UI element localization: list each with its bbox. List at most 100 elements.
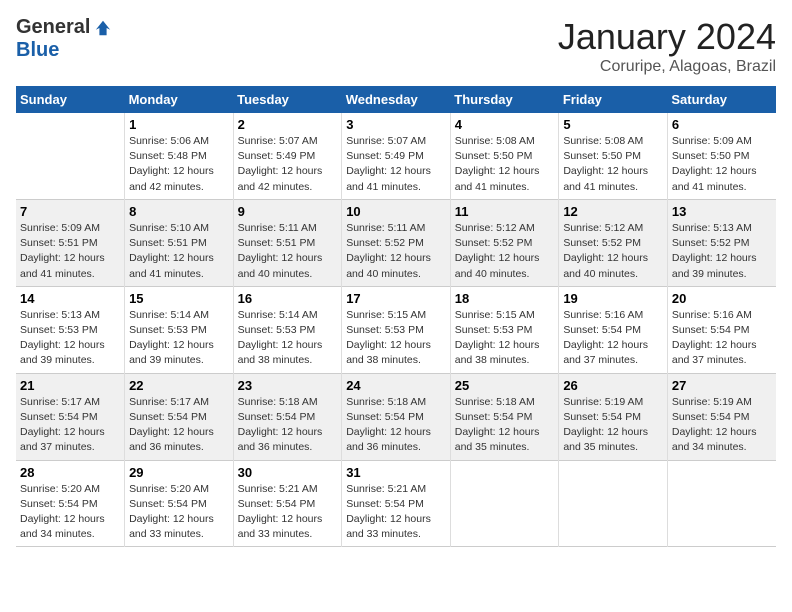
- cell-content: Sunrise: 5:20 AMSunset: 5:54 PMDaylight:…: [129, 482, 229, 543]
- day-number: 24: [346, 378, 446, 393]
- day-number: 23: [238, 378, 338, 393]
- header-wednesday: Wednesday: [342, 86, 451, 113]
- calendar-cell: 29 Sunrise: 5:20 AMSunset: 5:54 PMDayligh…: [125, 460, 234, 547]
- calendar-cell: 22 Sunrise: 5:17 AMSunset: 5:54 PMDayligh…: [125, 373, 234, 460]
- cell-content: Sunrise: 5:08 AMSunset: 5:50 PMDaylight:…: [455, 134, 555, 195]
- calendar-cell: 19 Sunrise: 5:16 AMSunset: 5:54 PMDayligh…: [559, 286, 668, 373]
- calendar-cell: 7Sunrise: 5:09 AMSunset: 5:51 PMDaylight…: [16, 199, 125, 286]
- calendar-cell: 30 Sunrise: 5:21 AMSunset: 5:54 PMDayligh…: [233, 460, 342, 547]
- header-row: Sunday Monday Tuesday Wednesday Thursday…: [16, 86, 776, 113]
- day-number: 15: [129, 291, 229, 306]
- day-number: 11: [455, 204, 555, 219]
- calendar-cell: 15Sunrise: 5:14 AMSunset: 5:53 PMDayligh…: [125, 286, 234, 373]
- header-thursday: Thursday: [450, 86, 559, 113]
- day-number: 4: [455, 117, 555, 132]
- table-row: 21 Sunrise: 5:17 AMSunset: 5:54 PMDayligh…: [16, 373, 776, 460]
- calendar-cell: 12 Sunrise: 5:12 AMSunset: 5:52 PMDayligh…: [559, 199, 668, 286]
- day-number: 1: [129, 117, 229, 132]
- calendar-cell: 13Sunrise: 5:13 AMSunset: 5:52 PMDayligh…: [667, 199, 776, 286]
- calendar-cell: 20 Sunrise: 5:16 AMSunset: 5:54 PMDayligh…: [667, 286, 776, 373]
- cell-content: Sunrise: 5:21 AMSunset: 5:54 PMDaylight:…: [238, 482, 338, 543]
- day-number: 5: [563, 117, 663, 132]
- calendar-cell: 25Sunrise: 5:18 AMSunset: 5:54 PMDayligh…: [450, 373, 559, 460]
- cell-content: Sunrise: 5:12 AMSunset: 5:52 PMDaylight:…: [455, 221, 555, 282]
- cell-content: Sunrise: 5:13 AMSunset: 5:53 PMDaylight:…: [20, 308, 120, 369]
- day-number: 8: [129, 204, 229, 219]
- calendar-cell: 26Sunrise: 5:19 AMSunset: 5:54 PMDayligh…: [559, 373, 668, 460]
- cell-content: Sunrise: 5:14 AMSunset: 5:53 PMDaylight:…: [238, 308, 338, 369]
- calendar-cell: 3 Sunrise: 5:07 AMSunset: 5:49 PMDaylight…: [342, 113, 451, 199]
- calendar-cell: 11 Sunrise: 5:12 AMSunset: 5:52 PMDayligh…: [450, 199, 559, 286]
- cell-content: Sunrise: 5:06 AMSunset: 5:48 PMDaylight:…: [129, 134, 229, 195]
- calendar-cell: 14 Sunrise: 5:13 AMSunset: 5:53 PMDayligh…: [16, 286, 125, 373]
- calendar-cell: 31Sunrise: 5:21 AMSunset: 5:54 PMDayligh…: [342, 460, 451, 547]
- cell-content: Sunrise: 5:10 AMSunset: 5:51 PMDaylight:…: [129, 221, 229, 282]
- calendar-cell: [559, 460, 668, 547]
- cell-content: Sunrise: 5:19 AMSunset: 5:54 PMDaylight:…: [563, 395, 663, 456]
- cell-content: Sunrise: 5:18 AMSunset: 5:54 PMDaylight:…: [238, 395, 338, 456]
- title-section: January 2024 Coruripe, Alagoas, Brazil: [558, 16, 776, 76]
- logo-icon: [94, 19, 112, 37]
- location: Coruripe, Alagoas, Brazil: [558, 58, 776, 76]
- calendar-cell: 24 Sunrise: 5:18 AMSunset: 5:54 PMDayligh…: [342, 373, 451, 460]
- day-number: 3: [346, 117, 446, 132]
- calendar-cell: 23 Sunrise: 5:18 AMSunset: 5:54 PMDayligh…: [233, 373, 342, 460]
- cell-content: Sunrise: 5:11 AMSunset: 5:52 PMDaylight:…: [346, 221, 446, 282]
- header-tuesday: Tuesday: [233, 86, 342, 113]
- day-number: 10: [346, 204, 446, 219]
- cell-content: Sunrise: 5:07 AMSunset: 5:49 PMDaylight:…: [346, 134, 446, 195]
- day-number: 21: [20, 378, 120, 393]
- cell-content: Sunrise: 5:09 AMSunset: 5:51 PMDaylight:…: [20, 221, 120, 282]
- day-number: 17: [346, 291, 446, 306]
- calendar-table: Sunday Monday Tuesday Wednesday Thursday…: [16, 86, 776, 547]
- calendar-cell: 28Sunrise: 5:20 AMSunset: 5:54 PMDayligh…: [16, 460, 125, 547]
- table-row: 1 Sunrise: 5:06 AMSunset: 5:48 PMDaylight…: [16, 113, 776, 199]
- cell-content: Sunrise: 5:15 AMSunset: 5:53 PMDaylight:…: [346, 308, 446, 369]
- logo: General Blue: [16, 16, 112, 62]
- day-number: 22: [129, 378, 229, 393]
- cell-content: Sunrise: 5:17 AMSunset: 5:54 PMDaylight:…: [129, 395, 229, 456]
- day-number: 30: [238, 465, 338, 480]
- calendar-cell: 17 Sunrise: 5:15 AMSunset: 5:53 PMDayligh…: [342, 286, 451, 373]
- calendar-cell: 9Sunrise: 5:11 AMSunset: 5:51 PMDaylight…: [233, 199, 342, 286]
- day-number: 28: [20, 465, 120, 480]
- day-number: 14: [20, 291, 120, 306]
- table-row: 28 Sunrise: 5:20 AMSunset: 5:54 PMDayligh…: [16, 460, 776, 547]
- calendar-cell: 6 Sunrise: 5:09 AMSunset: 5:50 PMDaylight…: [667, 113, 776, 199]
- day-number: 27: [672, 378, 772, 393]
- cell-content: Sunrise: 5:12 AMSunset: 5:52 PMDaylight:…: [563, 221, 663, 282]
- day-number: 18: [455, 291, 555, 306]
- table-row: 14 Sunrise: 5:13 AMSunset: 5:53 PMDayligh…: [16, 286, 776, 373]
- calendar-cell: 2Sunrise: 5:07 AMSunset: 5:49 PMDaylight…: [233, 113, 342, 199]
- day-number: 12: [563, 204, 663, 219]
- logo-blue-text: Blue: [16, 39, 59, 62]
- calendar-cell: 16Sunrise: 5:14 AMSunset: 5:53 PMDayligh…: [233, 286, 342, 373]
- cell-content: Sunrise: 5:16 AMSunset: 5:54 PMDaylight:…: [672, 308, 772, 369]
- day-number: 20: [672, 291, 772, 306]
- cell-content: Sunrise: 5:16 AMSunset: 5:54 PMDaylight:…: [563, 308, 663, 369]
- calendar-cell: 5 Sunrise: 5:08 AMSunset: 5:50 PMDaylight…: [559, 113, 668, 199]
- cell-content: Sunrise: 5:07 AMSunset: 5:49 PMDaylight:…: [238, 134, 338, 195]
- calendar-header: Sunday Monday Tuesday Wednesday Thursday…: [16, 86, 776, 113]
- calendar-cell: [16, 113, 125, 199]
- calendar-cell: [450, 460, 559, 547]
- cell-content: Sunrise: 5:18 AMSunset: 5:54 PMDaylight:…: [346, 395, 446, 456]
- day-number: 19: [563, 291, 663, 306]
- month-title: January 2024: [558, 16, 776, 58]
- cell-content: Sunrise: 5:21 AMSunset: 5:54 PMDaylight:…: [346, 482, 446, 543]
- calendar-cell: [667, 460, 776, 547]
- cell-content: Sunrise: 5:15 AMSunset: 5:53 PMDaylight:…: [455, 308, 555, 369]
- calendar-cell: 18 Sunrise: 5:15 AMSunset: 5:53 PMDayligh…: [450, 286, 559, 373]
- cell-content: Sunrise: 5:19 AMSunset: 5:54 PMDaylight:…: [672, 395, 772, 456]
- header-monday: Monday: [125, 86, 234, 113]
- calendar-cell: 8 Sunrise: 5:10 AMSunset: 5:51 PMDaylight…: [125, 199, 234, 286]
- day-number: 9: [238, 204, 338, 219]
- calendar-cell: 10 Sunrise: 5:11 AMSunset: 5:52 PMDayligh…: [342, 199, 451, 286]
- table-row: 7Sunrise: 5:09 AMSunset: 5:51 PMDaylight…: [16, 199, 776, 286]
- day-number: 6: [672, 117, 772, 132]
- cell-content: Sunrise: 5:09 AMSunset: 5:50 PMDaylight:…: [672, 134, 772, 195]
- page-header: General Blue January 2024 Coruripe, Alag…: [16, 16, 776, 76]
- cell-content: Sunrise: 5:08 AMSunset: 5:50 PMDaylight:…: [563, 134, 663, 195]
- day-number: 29: [129, 465, 229, 480]
- header-saturday: Saturday: [667, 86, 776, 113]
